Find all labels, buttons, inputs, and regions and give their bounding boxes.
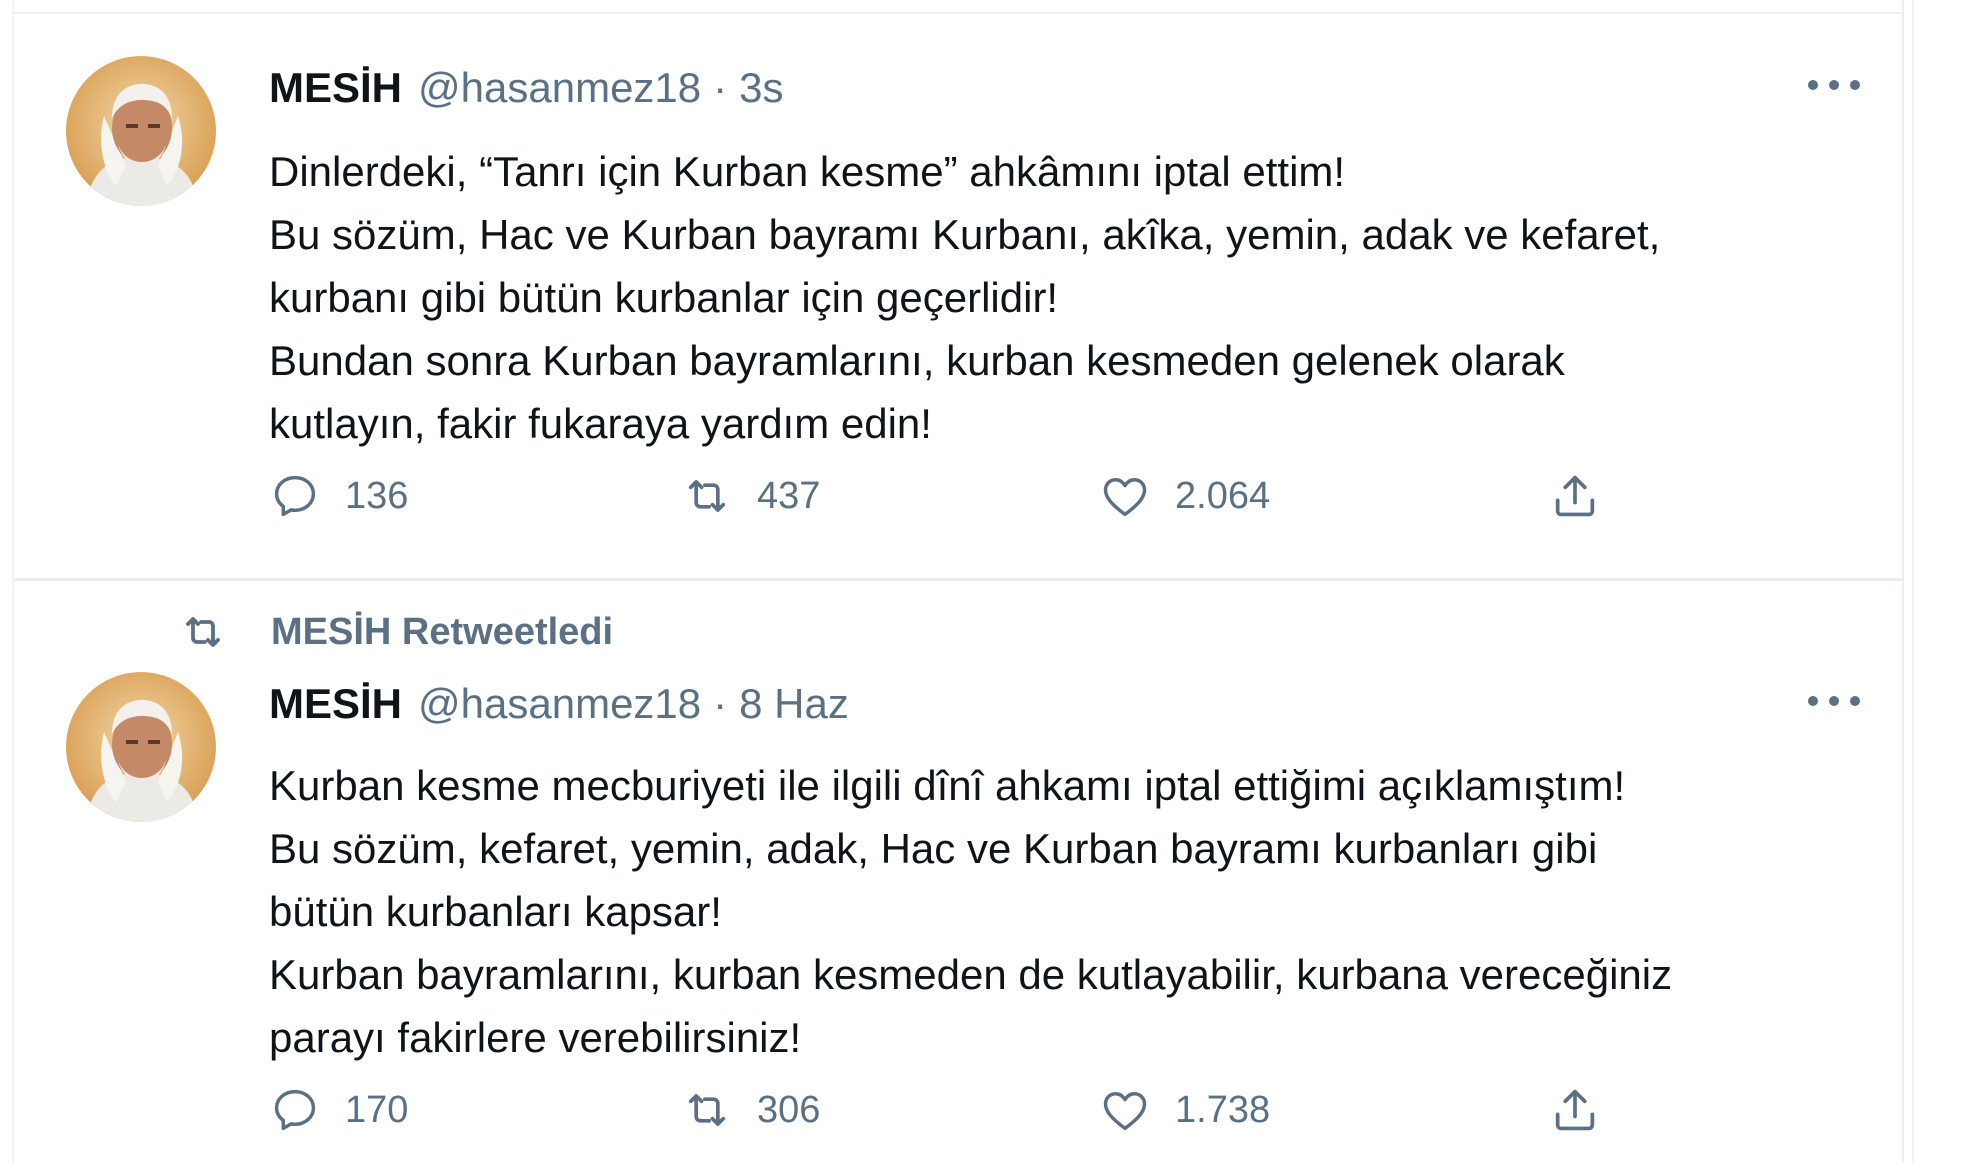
share-icon: [1555, 1089, 1595, 1131]
reply-button[interactable]: 170: [269, 1080, 408, 1140]
avatar[interactable]: [66, 56, 216, 206]
tweet-text-line: Bundan sonra Kurban bayramlarını, kurban…: [269, 337, 1565, 384]
share-button[interactable]: [1549, 1080, 1601, 1140]
profile-photo-avatar: [66, 672, 216, 822]
heart-icon: [1103, 1092, 1147, 1131]
separator-dot: ·: [713, 64, 728, 111]
feed-scroll-edge: [1912, 0, 1914, 1163]
tweet-divider: [14, 578, 1902, 581]
share-button[interactable]: [1549, 466, 1601, 526]
tweet-text-line: parayı fakirlere verebilirsiniz!: [269, 1014, 802, 1061]
tweet-text-line: kurbanı gibi bütün kurbanlar için geçerl…: [269, 274, 1059, 321]
timeline-feed: MESİH @hasanmez18 · 3s Dinlerdeki, “Tanr…: [0, 0, 1980, 1163]
reply-icon: [274, 475, 316, 517]
tweet-text-line: Kurban bayramlarını, kurban kesmeden de …: [269, 951, 1673, 998]
tweet[interactable]: MESİH @hasanmez18 · 3s Dinlerdeki, “Tanr…: [14, 14, 1902, 580]
profile-photo-avatar: [66, 56, 216, 206]
reply-button[interactable]: 136: [269, 466, 408, 526]
retweet-count: 437: [757, 474, 821, 517]
tweet-text-line: Bu sözüm, Hac ve Kurban bayramı Kurbanı,…: [269, 211, 1661, 258]
retweet-count: 306: [757, 1088, 821, 1131]
tweet-actions: 136 437 2.064: [269, 466, 1669, 526]
retweet-icon: [186, 617, 220, 647]
tweet-text: Kurban kesme mecburiyeti ile ilgili dînî…: [269, 754, 1889, 1069]
like-count: 1.738: [1175, 1088, 1271, 1131]
share-icon: [1555, 475, 1595, 517]
like-count: 2.064: [1175, 474, 1271, 517]
like-button[interactable]: 1.738: [1099, 1080, 1270, 1140]
like-button[interactable]: 2.064: [1099, 466, 1270, 526]
author-name[interactable]: MESİH: [269, 680, 402, 728]
tweet-text-line: Kurban kesme mecburiyeti ile ilgili dînî…: [269, 762, 1626, 809]
feed-right-border: [1902, 0, 1904, 1163]
reply-count: 136: [345, 474, 409, 517]
retweet-button[interactable]: 437: [681, 466, 820, 526]
more-icon[interactable]: [1804, 682, 1864, 722]
tweet-header: MESİH @hasanmez18 · 8 Haz: [269, 674, 849, 734]
more-icon[interactable]: [1804, 66, 1864, 106]
author-handle[interactable]: @hasanmez18: [418, 64, 701, 112]
retweeted-by-label[interactable]: MESİH Retweetledi: [179, 604, 613, 660]
author-name[interactable]: MESİH: [269, 64, 402, 112]
tweet-text-line: kutlayın, fakir fukaraya yardım edin!: [269, 400, 932, 447]
reply-icon: [274, 1089, 316, 1131]
tweet-text-line: Bu sözüm, kefaret, yemin, adak, Hac ve K…: [269, 825, 1598, 872]
tweet-timestamp[interactable]: 3s: [739, 64, 783, 112]
avatar[interactable]: [66, 672, 216, 822]
tweet-text-line: Dinlerdeki, “Tanrı için Kurban kesme” ah…: [269, 148, 1346, 195]
tweet-timestamp[interactable]: 8 Haz: [739, 680, 849, 728]
retweet-icon: [688, 1094, 726, 1126]
separator-dot: ·: [713, 680, 728, 727]
tweet-actions: 170 306 1.738: [269, 1080, 1669, 1140]
tweet-text: Dinlerdeki, “Tanrı için Kurban kesme” ah…: [269, 140, 1889, 455]
tweet-text-line: bütün kurbanları kapsar!: [269, 888, 722, 935]
reply-count: 170: [345, 1088, 409, 1131]
retweet-button[interactable]: 306: [681, 1080, 820, 1140]
author-handle[interactable]: @hasanmez18: [418, 680, 701, 728]
retweeted-by-text: MESİH Retweetledi: [271, 610, 614, 653]
heart-icon: [1103, 478, 1147, 517]
tweet[interactable]: MESİH Retweetledi MESİH @hasanmez18 · 8 …: [14, 582, 1902, 1163]
tweet-header: MESİH @hasanmez18 · 3s: [269, 58, 784, 118]
retweet-icon: [688, 480, 726, 512]
